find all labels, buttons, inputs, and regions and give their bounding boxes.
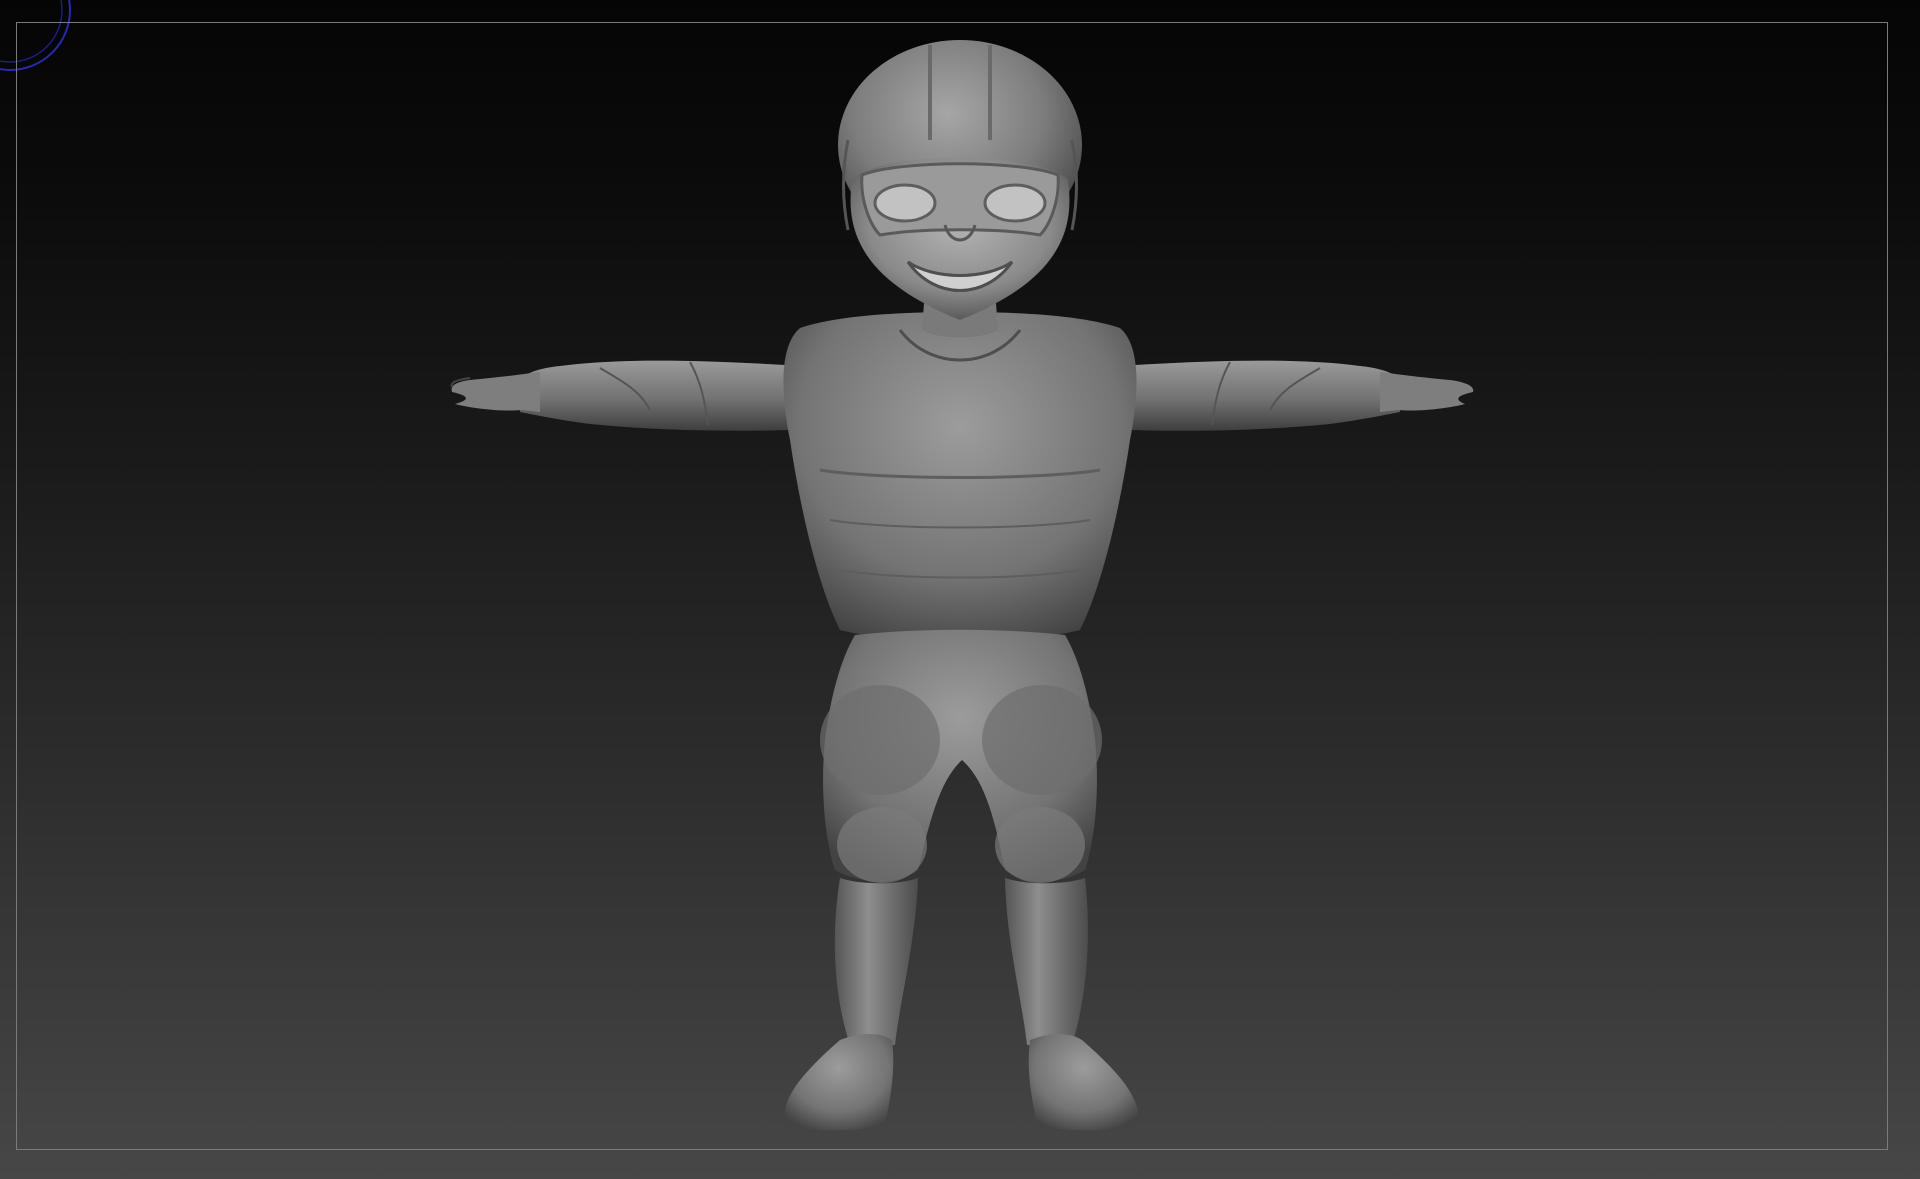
model-left-arm [450, 360, 790, 431]
model-shoes [784, 1034, 1139, 1131]
model-torso-jersey [783, 312, 1137, 642]
model-lower-legs [834, 878, 1088, 1045]
zbrush-window [0, 0, 1920, 1179]
model-right-arm [1130, 360, 1474, 431]
document-viewport-canvas[interactable] [0, 0, 1920, 1179]
model-head-helmet [838, 40, 1082, 320]
sculpt-model-figure[interactable] [0, 0, 1920, 1179]
model-pants [820, 629, 1102, 883]
